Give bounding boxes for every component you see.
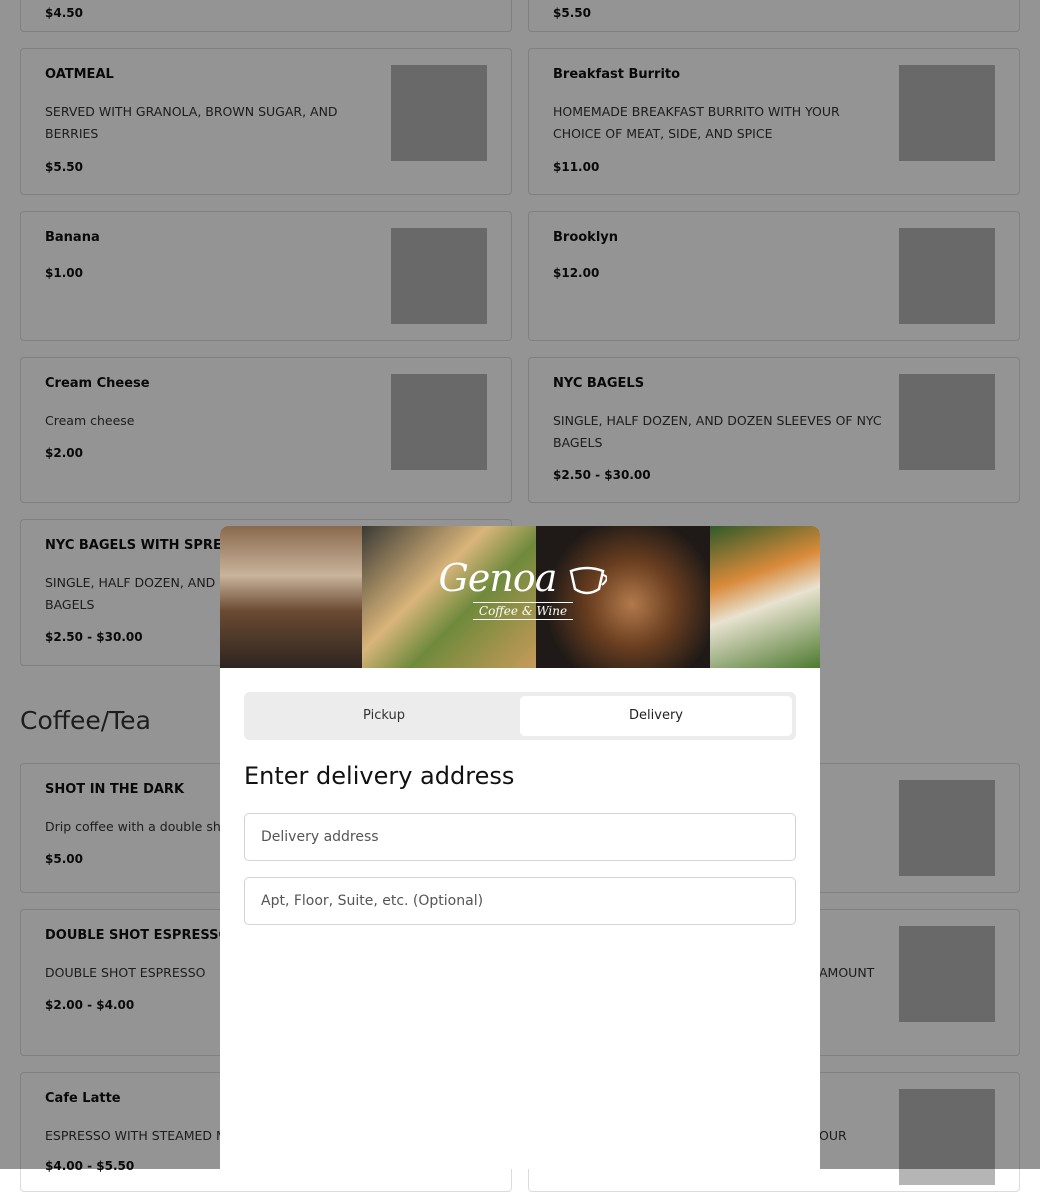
brand-logo: Genoa Coffee & Wine [438, 556, 609, 620]
logo-tagline: Coffee & Wine [472, 602, 574, 620]
order-type-modal: Genoa Coffee & Wine Pickup Delivery Ente… [220, 526, 820, 1169]
cup-icon [570, 566, 609, 594]
tab-pickup[interactable]: Pickup [248, 696, 520, 736]
delivery-address-input[interactable] [244, 813, 796, 861]
modal-banner: Genoa Coffee & Wine [220, 526, 820, 668]
logo-wordmark: Genoa [438, 556, 609, 600]
logo-word: Genoa [438, 556, 558, 600]
banner-photo-latte [220, 526, 362, 668]
apt-suite-input[interactable] [244, 877, 796, 925]
modal-heading: Enter delivery address [244, 762, 515, 790]
banner-photo-salad [710, 526, 820, 668]
order-type-toggle: Pickup Delivery [244, 692, 796, 740]
tab-delivery[interactable]: Delivery [520, 696, 792, 736]
